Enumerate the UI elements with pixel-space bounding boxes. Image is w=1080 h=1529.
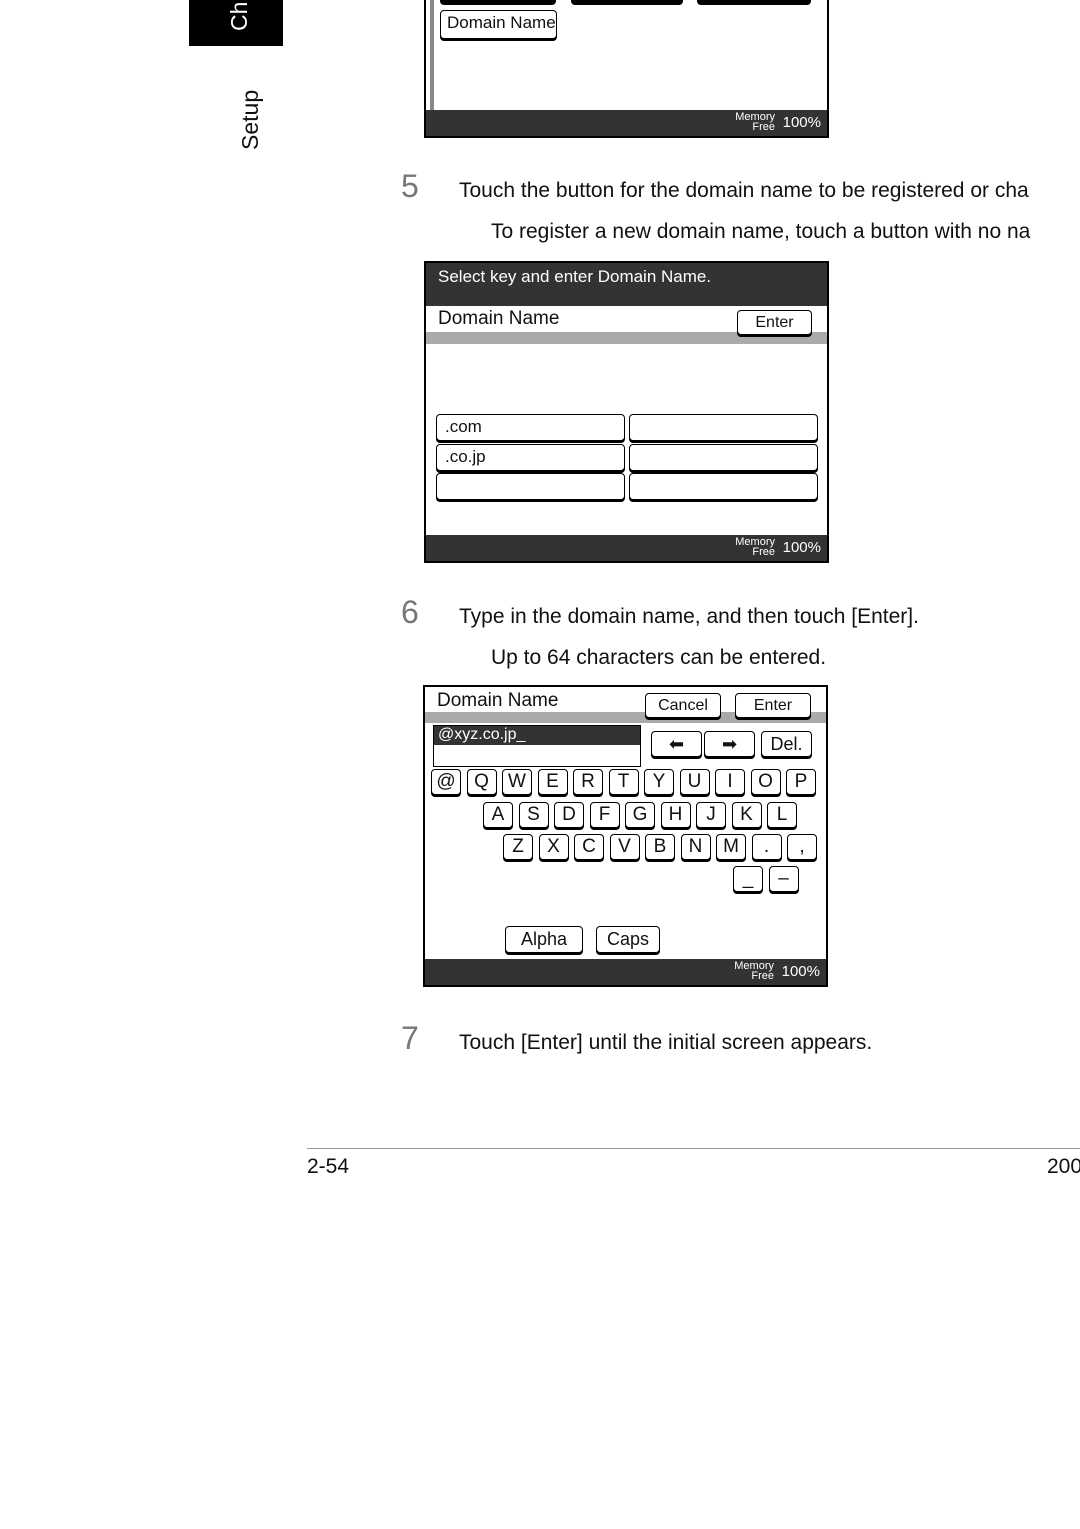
memory-label: Memory Free xyxy=(734,960,774,982)
key-row2[interactable]: D xyxy=(554,802,584,828)
enter-button[interactable]: Enter xyxy=(737,310,812,335)
delete-button[interactable]: Del. xyxy=(761,731,812,757)
domain-slot-button[interactable] xyxy=(629,414,818,441)
scroll-strip xyxy=(430,0,434,112)
screen-title: Domain Name xyxy=(438,308,560,329)
key-row3[interactable]: M xyxy=(716,834,746,860)
step-text: Touch the button for the domain name to … xyxy=(459,179,1029,202)
step-subtext: Up to 64 characters can be entered. xyxy=(491,646,827,669)
manual-page: Ch Setup Domain Name Memory Free 100% 5 T… xyxy=(0,0,1080,1529)
key-row4[interactable]: _ xyxy=(733,866,763,892)
key-row2[interactable]: S xyxy=(518,802,549,828)
key-row1[interactable]: I xyxy=(715,769,745,795)
key-row1[interactable]: P xyxy=(786,769,816,795)
menu-button[interactable] xyxy=(571,0,683,5)
domain-slot-button[interactable]: .co.jp xyxy=(436,444,625,471)
key-row2[interactable]: K xyxy=(731,802,762,828)
enter-button[interactable]: Enter xyxy=(735,693,811,718)
chapter-tab-label: Ch xyxy=(226,1,252,31)
key-row3[interactable]: , xyxy=(787,834,817,860)
alpha-button[interactable]: Alpha xyxy=(505,926,583,953)
key-row3[interactable]: C xyxy=(574,834,604,860)
domain-input-value: @xyz.co.jp_ xyxy=(434,726,640,745)
status-bar: Memory Free 100% xyxy=(426,535,827,561)
key-row2[interactable]: F xyxy=(589,802,620,828)
step-number: 5 xyxy=(401,168,419,204)
key-row3[interactable]: B xyxy=(645,834,675,860)
menu-button[interactable] xyxy=(440,0,556,5)
chapter-tab: Ch xyxy=(189,0,283,46)
memory-label: Memory Free xyxy=(735,111,775,133)
key-row1[interactable]: O xyxy=(750,769,781,795)
domain-input[interactable]: @xyz.co.jp_ xyxy=(433,725,641,767)
footer-model: 200 xyxy=(1047,1155,1080,1178)
key-row3[interactable]: X xyxy=(538,834,569,860)
domain-slot-button[interactable] xyxy=(629,444,818,471)
key-row1[interactable]: T xyxy=(608,769,639,795)
step-text: Touch [Enter] until the initial screen a… xyxy=(459,1031,873,1054)
key-row1[interactable]: Q xyxy=(466,769,497,795)
key-row2[interactable]: A xyxy=(483,802,513,828)
right-arrow-button[interactable]: ➡ xyxy=(704,731,755,757)
domain-slot-button[interactable]: .com xyxy=(436,414,625,441)
domain-slot-button[interactable] xyxy=(629,473,818,500)
menu-button[interactable] xyxy=(697,0,811,5)
key-row3[interactable]: V xyxy=(609,834,640,860)
key-row1[interactable]: @ xyxy=(431,769,461,795)
step-text: Type in the domain name, and then touch … xyxy=(459,605,919,628)
memory-percent: 100% xyxy=(782,539,821,556)
key-row2[interactable]: H xyxy=(660,802,691,828)
domain-name-button[interactable]: Domain Name xyxy=(440,10,557,39)
page-number: 2-54 xyxy=(307,1155,350,1178)
key-row2[interactable]: J xyxy=(696,802,726,828)
screen-header: Select key and enter Domain Name. xyxy=(426,263,827,306)
key-row2[interactable]: G xyxy=(625,802,655,828)
key-row1[interactable]: E xyxy=(537,769,568,795)
memory-percent: 100% xyxy=(782,114,821,131)
key-row2[interactable]: L xyxy=(767,802,797,828)
section-label: Setup xyxy=(237,89,263,150)
domain-slot-button[interactable] xyxy=(436,473,625,500)
key-row1[interactable]: W xyxy=(502,769,532,795)
key-row1[interactable]: R xyxy=(573,769,603,795)
memory-percent: 100% xyxy=(781,963,820,980)
key-row3[interactable]: N xyxy=(680,834,711,860)
step-subtext: To register a new domain name, touch a b… xyxy=(491,220,1031,243)
key-row3[interactable]: . xyxy=(751,834,782,860)
key-row1[interactable]: U xyxy=(679,769,710,795)
step-number: 6 xyxy=(401,594,419,630)
screen-domain-select: Select key and enter Domain Name. Domain… xyxy=(424,261,829,563)
key-row4[interactable]: – xyxy=(768,866,799,892)
key-row3[interactable]: Z xyxy=(503,834,533,860)
cancel-button[interactable]: Cancel xyxy=(645,693,721,718)
caps-button[interactable]: Caps xyxy=(596,926,660,953)
status-bar: Memory Free 100% xyxy=(426,110,827,136)
screen-title: Domain Name xyxy=(437,690,559,711)
screen-keyboard: Domain Name Cancel Enter @xyz.co.jp_ ⬅ ➡… xyxy=(423,685,828,987)
footer-rule xyxy=(307,1148,1080,1149)
screen-domain-menu: Domain Name Memory Free 100% xyxy=(424,0,829,138)
step-number: 7 xyxy=(401,1020,419,1056)
memory-label: Memory Free xyxy=(735,536,775,558)
left-arrow-button[interactable]: ⬅ xyxy=(651,731,702,757)
status-bar: Memory Free 100% xyxy=(425,959,826,985)
key-row1[interactable]: Y xyxy=(644,769,674,795)
